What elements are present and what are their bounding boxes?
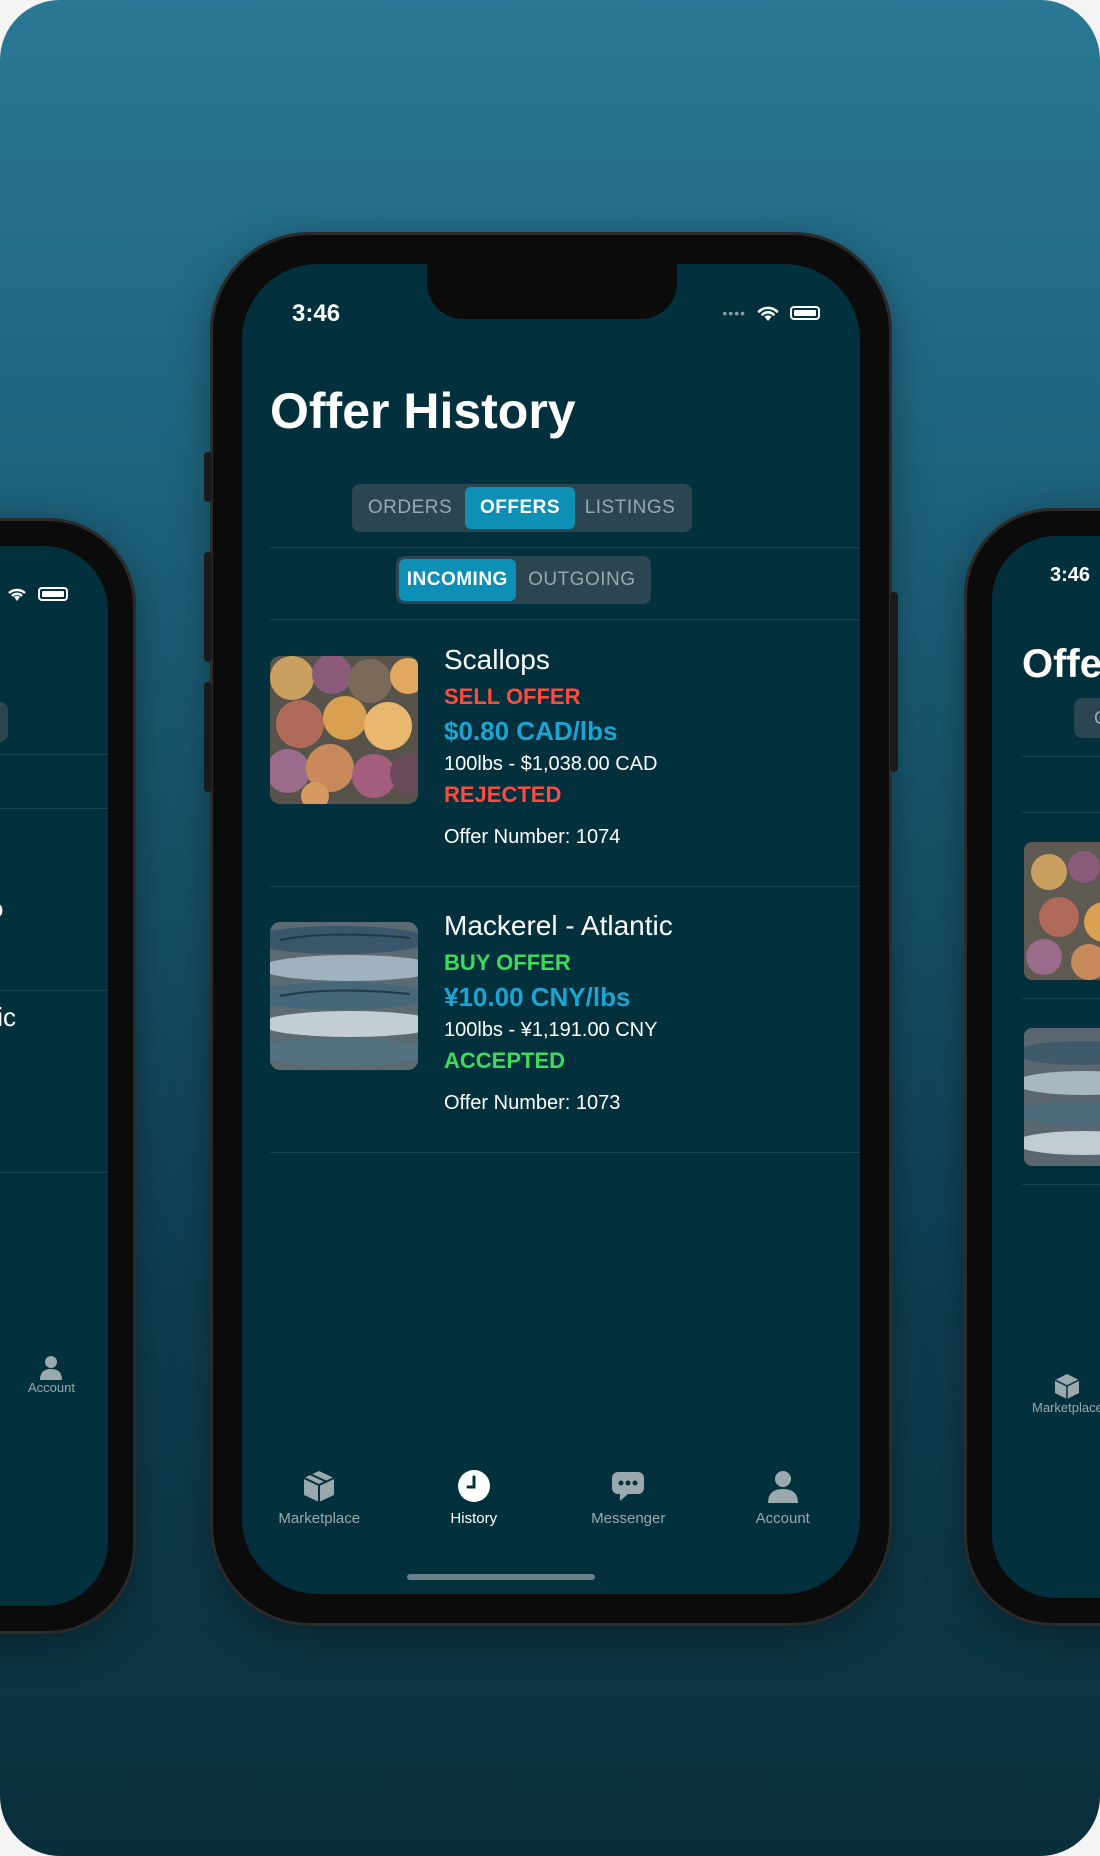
mackerel-thumbnail xyxy=(270,922,418,1070)
right-seg-text: C xyxy=(1094,708,1100,729)
offer-number: Offer Number: 1073 xyxy=(444,1092,621,1114)
offer-info: Scallops SELL OFFER $0.80 CAD/lbs 100lbs… xyxy=(444,644,764,849)
right-phone-screen: 3:46 Offer C Marketplace xyxy=(992,536,1100,1598)
product-name: Mackerel - Atlantic xyxy=(444,910,673,941)
home-indicator[interactable] xyxy=(407,1574,595,1580)
left-text-fragment: o xyxy=(0,896,3,924)
volume-up-button xyxy=(204,552,212,662)
scallops-thumbnail xyxy=(270,656,418,804)
divider xyxy=(0,1172,108,1173)
left-text-fragment: tic xyxy=(0,1002,16,1032)
offer-price: ¥10.00 CNY/lbs xyxy=(444,982,631,1012)
divider xyxy=(270,886,860,887)
divider xyxy=(0,990,108,991)
status-time: 3:46 xyxy=(292,300,341,327)
divider xyxy=(270,547,860,548)
tab-label: History xyxy=(450,1510,498,1527)
notch xyxy=(427,264,677,319)
left-tab-label: Account xyxy=(28,1380,75,1395)
battery-icon xyxy=(38,587,68,601)
tab-outgoing[interactable]: OUTGOING xyxy=(516,559,648,601)
right-page-title: Offer xyxy=(1022,642,1100,686)
right-status-time: 3:46 xyxy=(1050,564,1091,586)
mute-switch xyxy=(204,452,212,502)
status-badge: REJECTED xyxy=(444,782,562,807)
offer-price: $0.80 CAD/lbs xyxy=(444,716,618,746)
right-mackerel-thumbnail xyxy=(1024,1028,1100,1166)
main-segmented-control: ORDERS OFFERS LISTINGS xyxy=(352,484,692,532)
tab-messenger[interactable]: Messenger xyxy=(568,1468,688,1538)
person-icon xyxy=(767,1471,798,1503)
tab-account[interactable]: Account xyxy=(723,1468,843,1538)
divider xyxy=(1022,812,1100,813)
status-badge: ACCEPTED xyxy=(444,1048,566,1073)
app-screen: 3:46 •••• Offer History ORDERS OFFERS LI… xyxy=(242,264,860,1594)
offer-quantity: 100lbs - $1,038.00 CAD xyxy=(444,753,658,775)
offer-info: Mackerel - Atlantic BUY OFFER ¥10.00 CNY… xyxy=(444,910,764,1115)
tab-history[interactable]: History xyxy=(414,1468,534,1538)
left-status-icons: •••• xyxy=(0,586,68,602)
tab-label: Account xyxy=(755,1510,810,1527)
box-icon xyxy=(1055,1374,1080,1399)
wifi-icon xyxy=(8,588,26,601)
tab-orders[interactable]: ORDERS xyxy=(355,487,465,529)
battery-icon xyxy=(790,306,820,320)
right-segment-fragment: C xyxy=(1074,698,1100,738)
volume-down-button xyxy=(204,682,212,792)
left-segment-fragment: S xyxy=(0,702,8,742)
direction-segmented-control: INCOMING OUTGOING xyxy=(396,556,651,604)
tab-incoming[interactable]: INCOMING xyxy=(399,559,516,601)
right-tab-marketplace: Marketplace xyxy=(1032,1372,1100,1415)
tab-offers[interactable]: OFFERS xyxy=(465,487,575,529)
divider xyxy=(270,1152,860,1153)
right-phone-preview: 3:46 Offer C Marketplace xyxy=(964,508,1100,1626)
offer-type: BUY OFFER xyxy=(444,950,571,975)
left-phone-screen: •••• S o tic / Account xyxy=(0,546,108,1606)
status-icons: •••• xyxy=(722,304,820,322)
divider xyxy=(1022,756,1100,757)
offer-type: SELL OFFER xyxy=(444,684,581,709)
divider xyxy=(0,808,108,809)
tab-label: Messenger xyxy=(591,1510,666,1527)
right-scallops-thumbnail xyxy=(1024,842,1100,980)
person-icon xyxy=(40,1356,63,1380)
signal-icon: •••• xyxy=(722,305,746,321)
wifi-icon xyxy=(757,306,779,321)
page-title: Offer History xyxy=(270,383,576,439)
box-icon xyxy=(303,1471,335,1502)
main-phone: 3:46 •••• Offer History ORDERS OFFERS LI… xyxy=(204,232,898,1626)
offer-number: Offer Number: 1074 xyxy=(444,826,621,848)
divider xyxy=(1022,998,1100,999)
left-phone-preview: •••• S o tic / Account xyxy=(0,518,136,1634)
chat-icon xyxy=(612,1472,645,1501)
clock-icon xyxy=(457,1470,490,1502)
tab-bar: Marketplace History Messenger Account xyxy=(242,1468,860,1538)
offer-quantity: 100lbs - ¥1,191.00 CNY xyxy=(444,1019,658,1041)
left-tab-account: Account xyxy=(28,1354,75,1395)
background: •••• S o tic / Account 3:46 Offer xyxy=(0,0,1100,1856)
power-button xyxy=(890,592,898,772)
divider xyxy=(270,619,860,620)
tab-listings[interactable]: LISTINGS xyxy=(575,487,685,529)
divider xyxy=(1022,1184,1100,1185)
tab-marketplace[interactable]: Marketplace xyxy=(259,1468,379,1538)
divider xyxy=(0,754,108,755)
right-tab-label: Marketplace xyxy=(1032,1400,1100,1415)
tab-label: Marketplace xyxy=(278,1510,361,1527)
product-name: Scallops xyxy=(444,644,550,675)
